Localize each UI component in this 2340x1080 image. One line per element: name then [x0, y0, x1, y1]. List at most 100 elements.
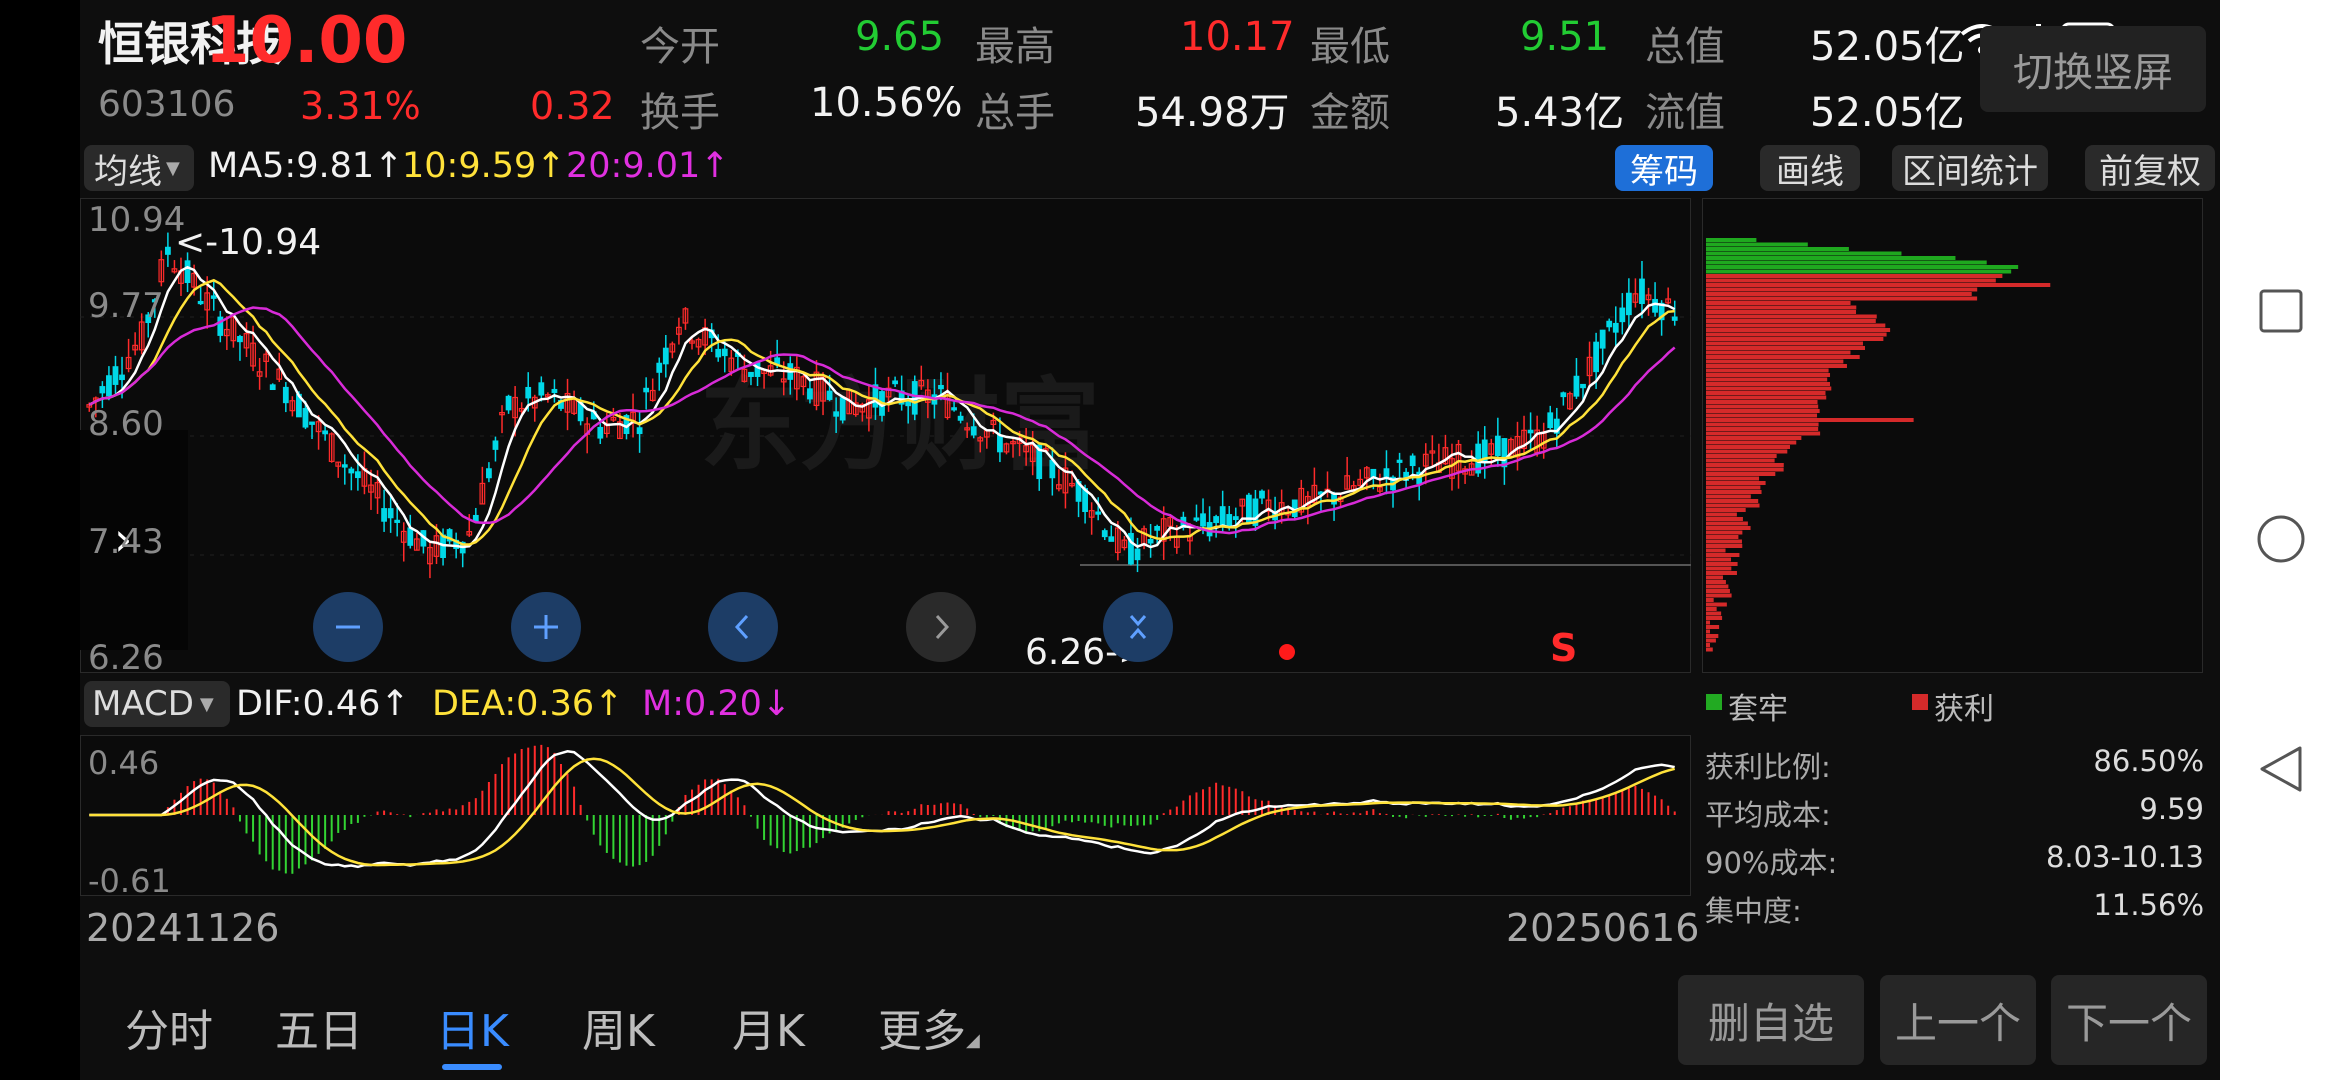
candle-body — [1639, 278, 1645, 305]
chip-bar — [1706, 616, 1723, 620]
candle-body — [754, 361, 761, 377]
ma5-value: MA5:9.81↑ — [208, 146, 404, 186]
chip-bar — [1706, 386, 1832, 391]
chip-bar — [1706, 260, 1987, 265]
tab-monthly-k[interactable]: 月K — [732, 995, 805, 1059]
chip-bar — [1706, 553, 1740, 557]
macd-chart[interactable] — [80, 735, 1692, 897]
candle-body — [826, 390, 833, 400]
chip-bar — [1706, 544, 1743, 548]
next-stock-button[interactable]: 下一个 — [2051, 975, 2207, 1065]
home-icon[interactable] — [2256, 514, 2306, 564]
candle-body — [1095, 511, 1102, 515]
chip-row-value-3: 11.56% — [2093, 888, 2204, 922]
candle-body — [492, 440, 499, 450]
chip-bar — [1706, 337, 1884, 341]
candle-body — [1331, 493, 1337, 505]
chip-bar — [1706, 445, 1790, 449]
ma-selector[interactable]: 均线 ▼ — [84, 145, 194, 192]
chip-bar — [1706, 377, 1828, 382]
tab-daily-k[interactable]: 日K — [436, 995, 509, 1059]
candle-body — [1547, 412, 1554, 429]
chip-bar — [1706, 355, 1860, 359]
chip-bar — [1706, 382, 1830, 386]
remove-favorite-button[interactable]: 删自选 — [1678, 975, 1864, 1065]
chip-bar — [1706, 422, 1819, 427]
chip-bar — [1706, 584, 1729, 589]
candle-body — [197, 300, 204, 305]
chip-row-label-3: 集中度: — [1705, 894, 1802, 928]
reset-zoom-button[interactable] — [1103, 592, 1173, 662]
draw-line-button[interactable]: 画线 — [1760, 145, 1860, 192]
candle-body — [237, 336, 243, 343]
tab-intraday[interactable]: 分时 — [125, 995, 213, 1059]
indicator-selector[interactable]: MACD ▼ — [84, 681, 230, 727]
chip-bar — [1706, 467, 1784, 472]
zoom-in-button[interactable] — [511, 592, 581, 662]
chip-row-label-1: 平均成本: — [1705, 798, 1831, 832]
candle-body — [387, 508, 394, 519]
back-icon[interactable] — [2258, 744, 2304, 794]
chip-bar — [1706, 341, 1863, 346]
chip-bar — [1706, 427, 1819, 431]
forward-adjust-button[interactable]: 前复权 — [2085, 145, 2215, 192]
chip-bar — [1706, 350, 1851, 355]
chip-bar — [1706, 332, 1887, 337]
chip-bar — [1706, 512, 1737, 517]
macd-y-bottom: -0.61 — [88, 862, 171, 900]
chip-bar — [1706, 589, 1730, 593]
quote-value-float-value: 52.05亿 — [1810, 90, 1965, 136]
candle-body — [99, 386, 106, 394]
chip-bar — [1706, 413, 1818, 418]
zoom-out-button[interactable] — [313, 592, 383, 662]
quote-value-high: 10.17 — [1180, 14, 1295, 60]
tab-more[interactable]: 更多◢ — [878, 995, 980, 1059]
stock-app: 恒银科技 10.00 603106 3.31% 0.32 今开 9.65 最高 … — [80, 0, 2220, 1080]
range-stats-button[interactable]: 区间统计 — [1892, 145, 2048, 192]
chip-bar — [1706, 305, 1857, 310]
recent-apps-icon[interactable] — [2258, 288, 2304, 334]
tab-weekly-k[interactable]: 周K — [582, 995, 655, 1059]
chip-row-label-2: 90%成本: — [1705, 846, 1838, 880]
chip-bar — [1706, 625, 1720, 629]
candle-body — [1108, 536, 1115, 542]
tab-five-day[interactable]: 五日 — [275, 995, 363, 1059]
candle-body — [1593, 341, 1599, 373]
scroll-right-button[interactable] — [906, 592, 976, 662]
candle-body — [551, 388, 558, 393]
scroll-left-button[interactable] — [708, 592, 778, 662]
candle-body — [597, 426, 604, 439]
minus-icon — [336, 625, 360, 629]
corner-triangle-icon: ◢ — [966, 1030, 980, 1051]
candle-body — [1671, 316, 1678, 321]
candle-body — [715, 348, 722, 358]
chip-bar — [1706, 598, 1714, 602]
y-tick-2: 8.60 — [88, 404, 164, 444]
candle-body — [1619, 307, 1626, 323]
switch-portrait-button[interactable]: 切换竖屏 — [1980, 26, 2206, 112]
chip-bar — [1706, 472, 1776, 476]
candle-body — [282, 386, 289, 404]
candle-body — [1134, 548, 1141, 561]
chip-bar — [1706, 530, 1743, 535]
macd-y-top: 0.46 — [88, 744, 160, 782]
current-price: 10.00 — [205, 4, 408, 78]
candle-body — [309, 421, 315, 425]
candle-body — [748, 371, 754, 377]
chip-bar — [1706, 508, 1746, 512]
tab-more-label: 更多 — [878, 1006, 966, 1057]
previous-stock-button[interactable]: 上一个 — [1880, 975, 2036, 1065]
chip-bar — [1706, 242, 1808, 247]
candle-body — [1409, 455, 1416, 467]
chip-button[interactable]: 筹码 — [1615, 145, 1713, 192]
chip-bar — [1706, 418, 1914, 422]
chip-bar — [1706, 346, 1865, 350]
candle-body — [1147, 538, 1154, 544]
chip-bar — [1706, 251, 1902, 256]
candle-body — [1396, 459, 1403, 463]
plus-icon — [534, 615, 558, 639]
chip-bar — [1706, 247, 1849, 251]
chip-bar — [1706, 436, 1802, 440]
chip-bar — [1706, 391, 1826, 395]
chip-bar — [1706, 364, 1847, 368]
